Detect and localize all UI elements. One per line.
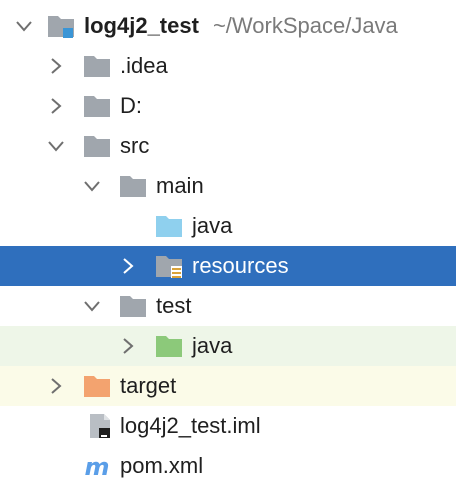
tree-item-label: java bbox=[192, 213, 233, 238]
source-folder-icon bbox=[156, 216, 182, 237]
maven-icon: m bbox=[84, 453, 109, 479]
tree-item-iml[interactable]: log4j2_test.iml bbox=[0, 406, 456, 446]
chevron-right-icon[interactable] bbox=[118, 336, 138, 356]
folder-icon bbox=[120, 296, 146, 317]
test-source-folder-icon bbox=[156, 336, 182, 357]
tree-item-label: log4j2_test.iml bbox=[120, 413, 261, 438]
folder-icon bbox=[84, 56, 110, 77]
tree-item-main[interactable]: main bbox=[0, 166, 456, 206]
tree-item-test[interactable]: test bbox=[0, 286, 456, 326]
tree-item-label: .idea bbox=[120, 53, 168, 78]
excluded-folder-icon bbox=[84, 376, 110, 397]
svg-text:m: m bbox=[84, 453, 109, 479]
chevron-down-icon[interactable] bbox=[82, 176, 102, 196]
tree-item-label: test bbox=[156, 293, 192, 318]
tree-item-label: resources bbox=[192, 253, 289, 278]
folder-icon bbox=[120, 176, 146, 197]
tree-item-label: src bbox=[120, 133, 150, 158]
module-folder-icon bbox=[48, 16, 74, 38]
chevron-right-icon[interactable] bbox=[46, 96, 66, 116]
tree-item-label: java bbox=[192, 333, 233, 358]
tree-item-src[interactable]: src bbox=[0, 126, 456, 166]
chevron-down-icon[interactable] bbox=[14, 16, 34, 36]
tree-item-test-java[interactable]: java bbox=[0, 326, 456, 366]
chevron-down-icon[interactable] bbox=[46, 136, 66, 156]
chevron-right-icon[interactable] bbox=[118, 256, 138, 276]
project-name: log4j2_test bbox=[84, 13, 199, 38]
project-tree: log4j2_test ~/WorkSpace/Java .idea D: src bbox=[0, 0, 456, 492]
tree-item-main-java[interactable]: java bbox=[0, 206, 456, 246]
tree-item-project-root[interactable]: log4j2_test ~/WorkSpace/Java bbox=[0, 6, 456, 46]
tree-item-label: main bbox=[156, 173, 204, 198]
tree-item-label: target bbox=[120, 373, 177, 398]
folder-icon bbox=[84, 136, 110, 157]
iml-file-icon bbox=[90, 414, 110, 438]
chevron-down-icon[interactable] bbox=[82, 296, 102, 316]
project-path: ~/WorkSpace/Java bbox=[212, 13, 398, 38]
folder-icon bbox=[84, 96, 110, 117]
tree-item-target[interactable]: target bbox=[0, 366, 456, 406]
tree-item-idea[interactable]: .idea bbox=[0, 46, 456, 86]
resources-folder-icon bbox=[156, 256, 182, 278]
tree-item-label: pom.xml bbox=[120, 453, 204, 478]
chevron-right-icon[interactable] bbox=[46, 56, 66, 76]
tree-item-label: D: bbox=[120, 93, 142, 118]
chevron-right-icon[interactable] bbox=[46, 376, 66, 396]
tree-item-d[interactable]: D: bbox=[0, 86, 456, 126]
tree-item-pom[interactable]: m pom.xml bbox=[0, 446, 456, 486]
tree-item-resources[interactable]: resources bbox=[0, 246, 456, 286]
